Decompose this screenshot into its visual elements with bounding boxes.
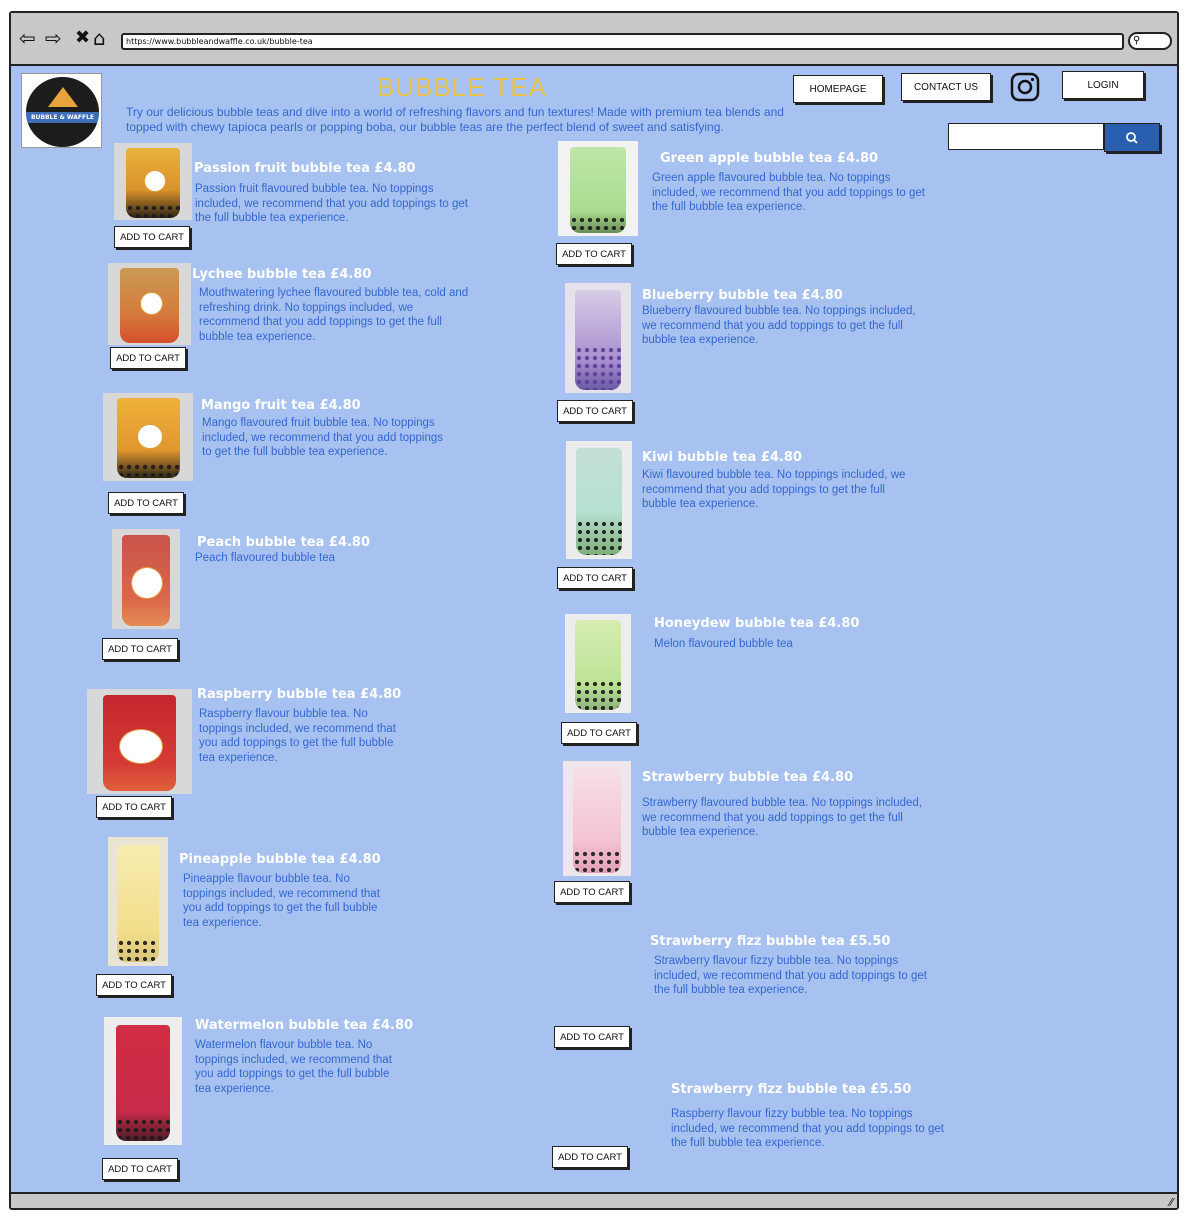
product-description: Green apple flavoured bubble tea. No top… bbox=[652, 172, 925, 214]
sticker-graphic bbox=[118, 728, 163, 765]
browser-window: ⇦ ⇨ ✖ ⌂ https://www.bubbleandwaffle.co.u… bbox=[9, 11, 1179, 1210]
add-to-cart-button[interactable]: ADD TO CART bbox=[96, 796, 172, 818]
product-description: Strawberry flavour fizzy bubble tea. No … bbox=[654, 955, 927, 997]
add-to-cart-button[interactable]: ADD TO CART bbox=[110, 347, 186, 369]
product-description: Mouthwatering lychee flavoured bubble te… bbox=[199, 287, 469, 343]
product-image[interactable] bbox=[566, 441, 632, 559]
add-to-cart-button[interactable]: ADD TO CART bbox=[96, 974, 172, 996]
sticker-graphic bbox=[137, 423, 163, 449]
product-name: Mango fruit tea £4.80 bbox=[201, 398, 361, 413]
pearls-graphic bbox=[574, 345, 622, 390]
product-description: Strawberry flavoured bubble tea. No topp… bbox=[642, 797, 923, 839]
product-name: Passion fruit bubble tea £4.80 bbox=[194, 161, 416, 176]
add-to-cart-button[interactable]: ADD TO CART bbox=[552, 1146, 628, 1168]
back-arrow-icon[interactable]: ⇦ bbox=[19, 27, 36, 49]
add-to-cart-button[interactable]: ADD TO CART bbox=[554, 881, 630, 903]
product-name: Raspberry bubble tea £4.80 bbox=[197, 687, 402, 702]
product-name: Honeydew bubble tea £4.80 bbox=[654, 616, 860, 631]
contact-us-button[interactable]: CONTACT US bbox=[901, 73, 991, 101]
intro-text: Try our delicious bubble teas and dive i… bbox=[126, 105, 784, 134]
add-to-cart-button[interactable]: ADD TO CART bbox=[108, 492, 184, 514]
homepage-button[interactable]: HOMEPAGE bbox=[793, 75, 883, 103]
logo-badge: BUBBLE & WAFFLE bbox=[26, 77, 99, 147]
product-name: Strawberry fizz bubble tea £5.50 bbox=[650, 934, 891, 949]
search-icon bbox=[1126, 132, 1138, 144]
page-title: BUBBLE TEA bbox=[377, 72, 547, 102]
product-description: Peach flavoured bubble tea bbox=[195, 552, 336, 564]
browser-search-field[interactable]: ⚲ bbox=[1128, 32, 1172, 50]
product-name: Peach bubble tea £4.80 bbox=[197, 535, 371, 550]
product-image[interactable] bbox=[108, 263, 191, 345]
pearls-graphic bbox=[117, 938, 159, 963]
add-to-cart-button[interactable]: ADD TO CART bbox=[554, 1026, 630, 1048]
sticker-graphic bbox=[143, 169, 166, 192]
url-bar[interactable]: https://www.bubbleandwaffle.co.uk/bubble… bbox=[121, 33, 1124, 50]
add-to-cart-button[interactable]: ADD TO CART bbox=[561, 722, 637, 744]
logo-text: BUBBLE & WAFFLE bbox=[26, 112, 99, 123]
product-description: Melon flavoured bubble tea bbox=[654, 638, 793, 650]
product-name: Green apple bubble tea £4.80 bbox=[660, 151, 879, 166]
product-image[interactable] bbox=[108, 837, 168, 966]
pearls-graphic bbox=[574, 680, 622, 711]
waffle-cone-icon bbox=[48, 87, 78, 107]
search-icon: ⚲ bbox=[1133, 35, 1141, 46]
search-input[interactable] bbox=[948, 123, 1104, 150]
product-name: Pineapple bubble tea £4.80 bbox=[179, 852, 381, 867]
product-image[interactable] bbox=[114, 143, 192, 220]
product-description: Blueberry flavoured bubble tea. No toppi… bbox=[642, 305, 916, 347]
add-to-cart-button[interactable]: ADD TO CART bbox=[114, 226, 190, 248]
product-image[interactable] bbox=[565, 614, 631, 713]
product-image[interactable] bbox=[558, 141, 638, 236]
sticker-graphic bbox=[131, 567, 163, 599]
search-button[interactable] bbox=[1104, 123, 1160, 152]
product-image[interactable] bbox=[565, 283, 631, 393]
product-name: Lychee bubble tea £4.80 bbox=[192, 267, 372, 282]
product-description: Watermelon flavour bubble tea. No toppin… bbox=[195, 1039, 392, 1095]
close-icon[interactable]: ✖ bbox=[75, 27, 90, 49]
product-image[interactable] bbox=[87, 689, 192, 794]
login-button[interactable]: LOGIN bbox=[1062, 71, 1144, 99]
product-name: Blueberry bubble tea £4.80 bbox=[642, 288, 843, 303]
logo[interactable]: BUBBLE & WAFFLE bbox=[21, 73, 102, 148]
product-description: Passion fruit flavoured bubble tea. No t… bbox=[195, 183, 468, 225]
product-image[interactable] bbox=[563, 761, 631, 876]
pearls-graphic bbox=[573, 849, 621, 873]
status-bar: ⁄⁄ bbox=[11, 1192, 1177, 1209]
product-description: Raspberry flavour fizzy bubble tea. No t… bbox=[671, 1108, 944, 1150]
pearls-graphic bbox=[575, 520, 623, 556]
pearls-graphic bbox=[125, 203, 181, 218]
pearls-graphic bbox=[115, 1118, 171, 1142]
product-image[interactable] bbox=[112, 529, 180, 629]
sticker-graphic bbox=[139, 291, 164, 315]
product-description: Kiwi flavoured bubble tea. No toppings i… bbox=[642, 469, 906, 511]
product-description: Raspberry flavour bubble tea. No topping… bbox=[199, 708, 396, 764]
product-name: Strawberry bubble tea £4.80 bbox=[642, 770, 854, 785]
pearls-graphic bbox=[570, 216, 626, 234]
product-image[interactable] bbox=[103, 393, 193, 481]
browser-toolbar: ⇦ ⇨ ✖ ⌂ https://www.bubbleandwaffle.co.u… bbox=[11, 13, 1177, 66]
resize-handle-icon[interactable]: ⁄⁄ bbox=[1169, 1196, 1173, 1209]
add-to-cart-button[interactable]: ADD TO CART bbox=[102, 1158, 178, 1180]
product-description: Mango flavoured fruit bubble tea. No top… bbox=[202, 417, 444, 459]
product-name: Kiwi bubble tea £4.80 bbox=[642, 450, 802, 465]
pearls-graphic bbox=[116, 462, 180, 479]
instagram-icon[interactable] bbox=[1009, 71, 1041, 103]
add-to-cart-button[interactable]: ADD TO CART bbox=[557, 400, 633, 422]
product-image[interactable] bbox=[104, 1017, 182, 1145]
home-icon[interactable]: ⌂ bbox=[93, 27, 106, 49]
forward-arrow-icon[interactable]: ⇨ bbox=[45, 27, 62, 49]
product-description: Pineapple flavour bubble tea. No topping… bbox=[183, 873, 380, 929]
add-to-cart-button[interactable]: ADD TO CART bbox=[102, 638, 178, 660]
add-to-cart-button[interactable]: ADD TO CART bbox=[556, 243, 632, 265]
product-name: Strawberry fizz bubble tea £5.50 bbox=[671, 1082, 912, 1097]
add-to-cart-button[interactable]: ADD TO CART bbox=[557, 567, 633, 589]
product-name: Watermelon bubble tea £4.80 bbox=[195, 1018, 414, 1033]
